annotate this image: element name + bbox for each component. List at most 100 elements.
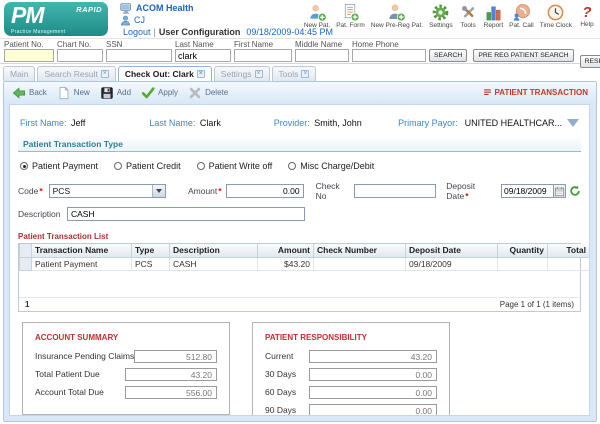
- action-label: Add: [117, 88, 131, 97]
- home-phone-input[interactable]: [352, 49, 426, 62]
- tab-main[interactable]: Main: [3, 66, 35, 81]
- patient-responsibility-title: PATIENT RESPONSIBILITY: [265, 333, 437, 342]
- radio-misc-charge-debit[interactable]: Misc Charge/Debit: [288, 161, 374, 171]
- new-patient-button[interactable]: New Pat.: [304, 3, 330, 29]
- tab-close-icon[interactable]: [255, 70, 263, 78]
- tab-tools[interactable]: Tools: [272, 66, 317, 81]
- patient-form-button[interactable]: Pat. Form: [336, 3, 365, 29]
- radio-button[interactable]: [288, 162, 296, 170]
- radio-button[interactable]: [197, 162, 205, 170]
- chevron-down-icon[interactable]: [152, 185, 165, 197]
- tools-button[interactable]: Tools: [459, 3, 478, 29]
- tools-icon: [459, 3, 478, 22]
- tab-search-result[interactable]: Search Result: [37, 66, 115, 81]
- tool-label: Tools: [461, 22, 476, 29]
- radio-label: Patient Payment: [32, 161, 98, 171]
- help-button[interactable]: Help: [578, 3, 596, 29]
- prereg-patient-search-button[interactable]: PRE REG PATIENT SEARCH: [473, 49, 573, 62]
- report-button[interactable]: Report: [484, 3, 504, 29]
- aging-row: Current 43.20: [265, 350, 437, 363]
- payor-dropdown-icon[interactable]: [567, 119, 579, 127]
- deposit-date-field: [501, 184, 566, 198]
- col-total[interactable]: Total: [548, 244, 590, 257]
- search-field-chart-no: Chart No.: [57, 40, 103, 63]
- user-configuration-link[interactable]: User Configuration: [159, 26, 241, 38]
- search-button[interactable]: SEARCH: [429, 49, 467, 62]
- amount-input[interactable]: [226, 184, 304, 198]
- first-name-input[interactable]: [234, 49, 292, 62]
- new-prereg-patient-button[interactable]: New Pre-Reg Pat.: [371, 3, 423, 29]
- tab-settings[interactable]: Settings: [214, 66, 270, 81]
- col-type[interactable]: Type: [132, 244, 170, 257]
- radio-patient-payment[interactable]: Patient Payment: [20, 161, 98, 171]
- radio-label: Patient Credit: [126, 161, 181, 171]
- tab-close-icon[interactable]: [101, 70, 109, 78]
- delete-button[interactable]: Delete: [188, 86, 228, 100]
- tab-close-icon[interactable]: [301, 70, 309, 78]
- last-name-input[interactable]: [175, 49, 231, 62]
- patient-transaction-icon: [483, 88, 492, 97]
- tool-label: New Pat.: [304, 22, 330, 29]
- save-floppy-icon: [100, 86, 114, 100]
- search-field-last-name: Last Name: [175, 40, 231, 63]
- field-label: Last Name: [175, 40, 231, 49]
- refresh-date-button[interactable]: [569, 185, 581, 197]
- col-deposit-date[interactable]: Deposit Date: [406, 244, 498, 257]
- time-clock-icon: [546, 3, 565, 22]
- reset-button[interactable]: RESET: [580, 55, 600, 68]
- ssn-input[interactable]: [106, 49, 172, 62]
- radio-button[interactable]: [20, 162, 28, 170]
- calendar-picker-button[interactable]: [553, 184, 566, 198]
- aging-row: 90 Days 0.00: [265, 404, 437, 417]
- radio-patient-credit[interactable]: Patient Credit: [114, 161, 181, 171]
- col-check-number[interactable]: Check Number: [314, 244, 406, 257]
- tool-label: Time Clock: [540, 22, 572, 29]
- description-input[interactable]: [67, 207, 305, 221]
- logout-link[interactable]: Logout: [123, 26, 151, 38]
- page-number[interactable]: 1: [25, 300, 29, 309]
- radio-patient-write-off[interactable]: Patient Write off: [197, 161, 273, 171]
- cell-transaction-name: Patient Payment: [32, 257, 132, 270]
- patient-call-button[interactable]: Pat. Call: [509, 3, 534, 29]
- col-amount[interactable]: Amount: [258, 244, 314, 257]
- back-button[interactable]: Back: [12, 86, 47, 100]
- code-select[interactable]: PCS: [49, 184, 166, 198]
- account-summary-title: ACCOUNT SUMMARY: [35, 333, 217, 342]
- logo-brand: PM: [11, 2, 44, 29]
- col-description[interactable]: Description: [170, 244, 258, 257]
- field-label: Chart No.: [57, 40, 103, 49]
- tab-close-icon[interactable]: [197, 70, 205, 78]
- middle-name-input[interactable]: [295, 49, 349, 62]
- required-mark: *: [218, 186, 221, 196]
- new-button[interactable]: New: [57, 86, 90, 100]
- description-row: Description: [10, 203, 589, 223]
- tab-check-out-clark[interactable]: Check Out: Clark: [118, 66, 212, 81]
- deposit-date-input[interactable]: [501, 184, 553, 198]
- time-clock-button[interactable]: Time Clock: [540, 3, 572, 29]
- table-row[interactable]: Patient Payment PCS CASH $43.20 09/18/20…: [20, 257, 590, 270]
- field-label: Provider:: [274, 118, 310, 128]
- add-button[interactable]: Add: [100, 86, 131, 100]
- radio-button[interactable]: [114, 162, 122, 170]
- patient-no-input[interactable]: [4, 49, 54, 62]
- settings-button[interactable]: Settings: [429, 3, 453, 29]
- app-header: PM RAPID Practice Management ACOM Health…: [0, 0, 600, 38]
- delete-x-icon: [188, 86, 202, 100]
- row-gutter: [20, 257, 32, 270]
- transaction-type-radios: Patient Payment Patient Credit Patient W…: [10, 152, 589, 174]
- chart-no-input[interactable]: [57, 49, 103, 62]
- section-patient-transaction-type: Patient Transaction Type: [18, 137, 581, 152]
- field-label: Last Name:: [149, 118, 195, 128]
- tab-bar: Main Search Result Check Out: Clark Sett…: [0, 64, 600, 81]
- check-no-input[interactable]: [354, 184, 436, 198]
- cell-type: PCS: [132, 257, 170, 270]
- cell-description: CASH: [170, 257, 258, 270]
- page-info: Page 1 of 1 (1 items): [500, 300, 574, 309]
- apply-button[interactable]: Apply: [141, 86, 178, 100]
- rapid-pm-logo: PM RAPID Practice Management: [4, 2, 108, 36]
- patient-form-icon: [341, 3, 360, 22]
- field-value: Jeff: [71, 118, 85, 128]
- col-quantity[interactable]: Quantity: [498, 244, 548, 257]
- col-transaction-name[interactable]: Transaction Name: [32, 244, 132, 257]
- action-label: Back: [29, 88, 47, 97]
